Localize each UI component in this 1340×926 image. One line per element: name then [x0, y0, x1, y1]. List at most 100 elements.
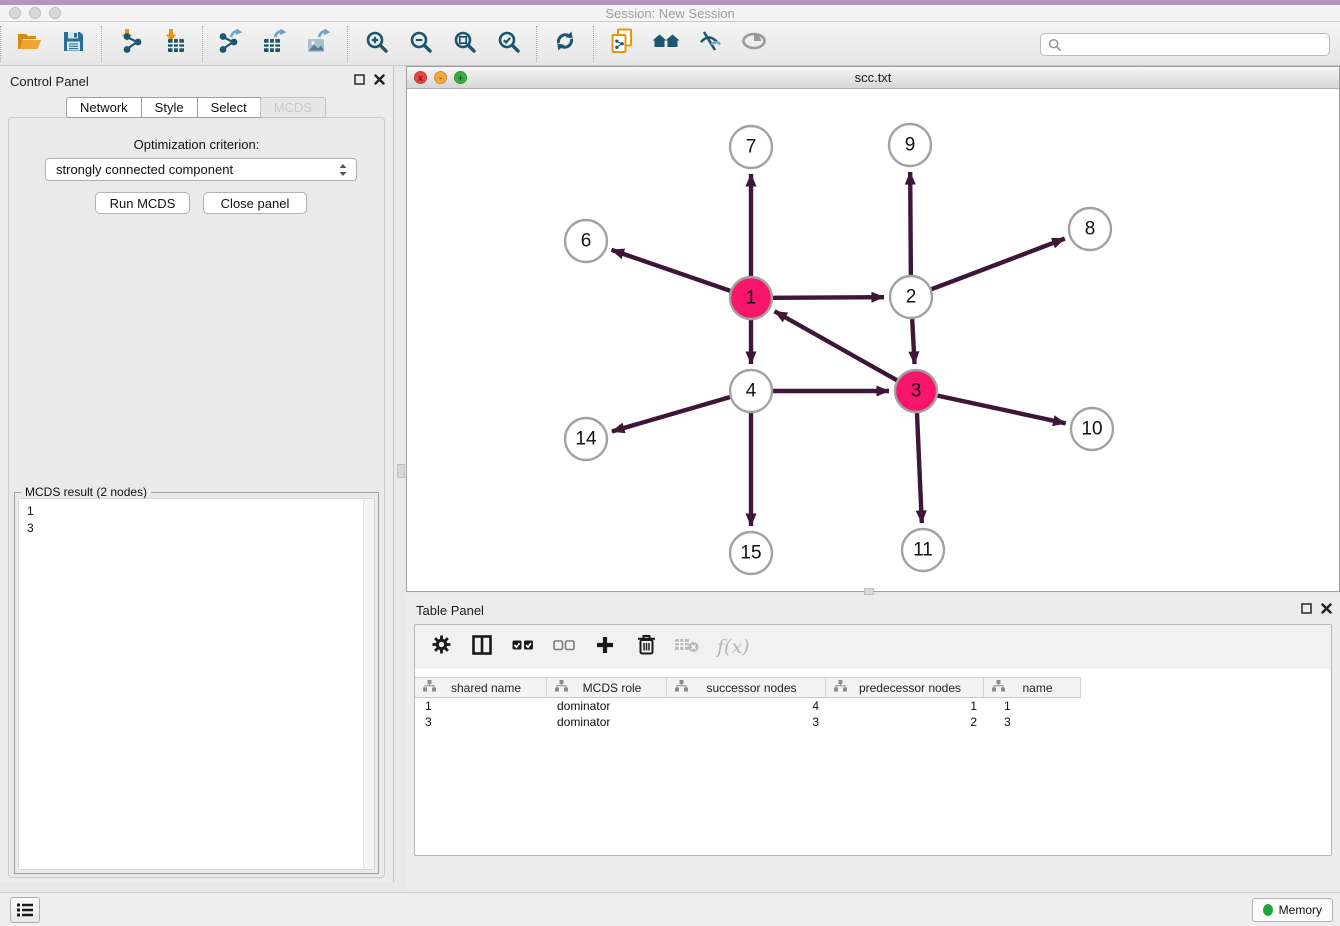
memory-button[interactable]: Memory	[1252, 898, 1333, 922]
horizontal-splitter-handle[interactable]	[864, 588, 874, 595]
close-panel-button[interactable]: Close panel	[203, 192, 307, 214]
export-table-button[interactable]	[260, 29, 290, 59]
column-header-name[interactable]: name	[984, 677, 1081, 698]
network-canvas[interactable]: 7 9 6 8 1 2 4 3 14 10 15 11	[407, 89, 1339, 591]
memory-status-icon	[1263, 904, 1273, 916]
add-column-button[interactable]	[594, 636, 616, 658]
graph-node-1[interactable]: 1	[730, 277, 772, 319]
export-network-button[interactable]	[216, 29, 246, 59]
graph-node-4[interactable]: 4	[730, 370, 772, 412]
column-sort-tree-icon	[415, 680, 436, 695]
delete-column-button[interactable]	[635, 636, 657, 658]
graph-node-8[interactable]: 8	[1069, 208, 1111, 250]
task-history-button[interactable]	[10, 897, 40, 923]
table-row[interactable]: 1dominator411	[415, 698, 1331, 714]
table-cell: 1	[984, 698, 1081, 714]
table-row[interactable]: 3dominator323	[415, 714, 1331, 730]
column-sort-tree-icon	[667, 680, 688, 695]
import-network-button[interactable]	[115, 29, 145, 59]
float-panel-icon[interactable]	[354, 74, 365, 85]
session-title: Session: New Session	[0, 5, 1340, 22]
refresh-network-button[interactable]	[550, 29, 580, 59]
edge-3-11[interactable]	[917, 413, 922, 523]
graph-node-6[interactable]: 6	[565, 220, 607, 262]
import-table-button[interactable]	[159, 29, 189, 59]
table-header-row: shared name MCDS role successor nodesprede…	[415, 677, 1081, 698]
network-close-button[interactable]: x	[414, 71, 427, 84]
run-mcds-button[interactable]: Run MCDS	[95, 192, 190, 214]
table-cell: dominator	[547, 714, 667, 730]
export-image-button[interactable]	[304, 29, 334, 59]
edge-2-3[interactable]	[912, 319, 914, 364]
network-zoom-button[interactable]: +	[454, 71, 467, 84]
graph-node-11[interactable]: 11	[902, 529, 944, 571]
graph-node-2[interactable]: 2	[890, 276, 932, 318]
edge-2-9[interactable]	[910, 172, 911, 275]
optimization-criterion-label: Optimization criterion:	[9, 137, 384, 152]
table-panel: Table Panel f(x) shared nameMCDS rolesuc…	[406, 595, 1340, 890]
column-label: successor nodes	[688, 681, 825, 695]
optimization-criterion-select[interactable]: strongly connected component	[45, 158, 357, 181]
edge-3-1[interactable]	[775, 311, 897, 380]
search-input[interactable]	[1062, 35, 1329, 54]
open-session-button[interactable]	[14, 29, 44, 59]
select-all-button[interactable]	[512, 636, 534, 658]
column-header-predecessor-nodes[interactable]: predecessor nodes	[826, 677, 984, 698]
save-session-button[interactable]	[58, 29, 88, 59]
graph-node-10[interactable]: 10	[1071, 408, 1113, 450]
edge-4-14[interactable]	[612, 397, 730, 431]
close-panel-icon[interactable]	[374, 74, 385, 85]
zoom-in-button[interactable]	[361, 29, 391, 59]
select-stepper-icon	[337, 162, 349, 178]
mcds-result-area[interactable]: 13	[18, 498, 375, 870]
search-box[interactable]	[1040, 33, 1330, 56]
toggle-panel-columns-button[interactable]	[471, 636, 493, 658]
tab-network[interactable]: Network	[66, 97, 142, 118]
float-table-panel-icon[interactable]	[1301, 603, 1312, 614]
column-header-successor-nodes[interactable]: successor nodes	[667, 677, 826, 698]
node-label: 10	[1081, 419, 1102, 440]
zoom-out-button[interactable]	[405, 29, 435, 59]
mcds-tab-content: Optimization criterion: strongly connect…	[8, 117, 385, 878]
deselect-all-button[interactable]	[553, 636, 575, 658]
edge-1-6[interactable]	[612, 250, 731, 291]
zoom-selected-icon	[497, 30, 520, 58]
show-graphics-details-button[interactable]	[739, 29, 769, 59]
table-settings-gear-button[interactable]	[430, 636, 452, 658]
graph-node-14[interactable]: 14	[565, 418, 607, 460]
network-window-titlebar[interactable]: scc.txt x - +	[407, 67, 1339, 89]
zoom-fit-button[interactable]	[449, 29, 479, 59]
result-scrollbar[interactable]	[363, 499, 374, 869]
add-column-icon	[596, 636, 614, 659]
column-header-shared-name[interactable]: shared name	[415, 677, 547, 698]
vertical-splitter-handle[interactable]	[397, 464, 405, 478]
select-all-icon	[512, 638, 534, 657]
table-cell: 1	[826, 698, 984, 714]
column-sort-tree-icon	[826, 680, 847, 695]
column-header-MCDS-role[interactable]: MCDS role	[547, 677, 667, 698]
tab-style[interactable]: Style	[141, 97, 198, 118]
clone-network-button[interactable]	[607, 29, 637, 59]
close-table-panel-icon[interactable]	[1321, 603, 1332, 614]
column-label: MCDS role	[568, 681, 666, 695]
network-minimize-button[interactable]: -	[434, 71, 447, 84]
edge-1-2[interactable]	[773, 297, 884, 298]
graph-node-15[interactable]: 15	[730, 532, 772, 574]
table-cell: 2	[826, 714, 984, 730]
edge-2-8[interactable]	[932, 239, 1065, 290]
graph-node-7[interactable]: 7	[730, 126, 772, 168]
table-panel-title: Table Panel	[416, 603, 484, 618]
hide-graphics-details-button[interactable]	[695, 29, 725, 59]
delete-table-icon	[675, 637, 699, 658]
graph-node-3[interactable]: 3	[895, 370, 937, 412]
tab-select[interactable]: Select	[197, 97, 261, 118]
status-bar: Memory	[0, 892, 1340, 926]
graph-node-9[interactable]: 9	[889, 124, 931, 166]
clone-network-icon	[609, 28, 635, 59]
edge-3-10[interactable]	[938, 396, 1066, 424]
tab-mcds[interactable]: MCDS	[260, 97, 326, 118]
home-layout-button[interactable]	[651, 29, 681, 59]
zoom-selected-button[interactable]	[493, 29, 523, 59]
refresh-network-icon	[553, 29, 577, 58]
export-network-icon	[218, 28, 244, 59]
